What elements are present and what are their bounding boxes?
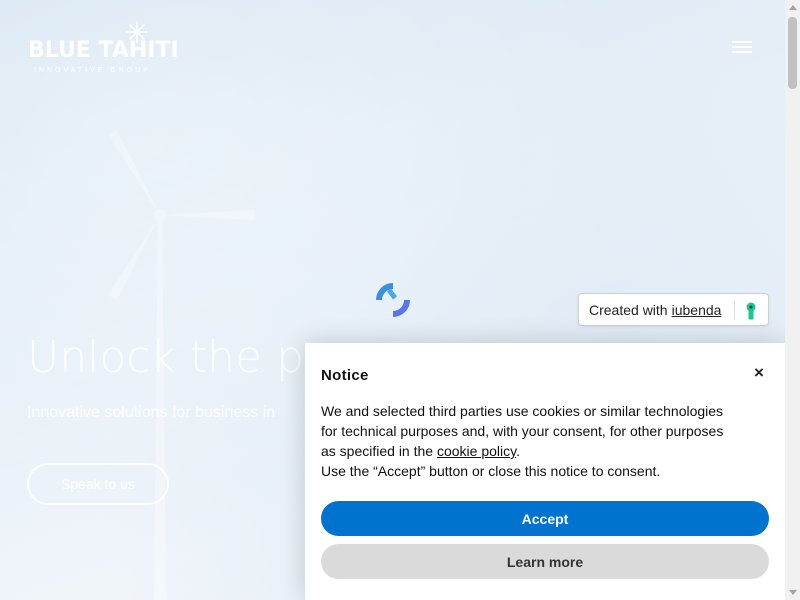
learn-more-button[interactable]: Learn more: [321, 544, 769, 579]
scroll-down-arrow-icon[interactable]: [785, 585, 800, 600]
iubenda-keyhole-icon: [746, 302, 756, 320]
iubenda-badge[interactable]: Created with iubenda: [578, 293, 769, 326]
cookie-policy-link[interactable]: cookie policy: [437, 443, 516, 459]
notice-text: We and selected third parties use cookie…: [321, 403, 724, 459]
speak-to-us-button[interactable]: Speak to us: [27, 463, 169, 505]
page: BLUE TAHITI INNOVATIVE GROUP Unlock the …: [0, 0, 785, 600]
scrollbar-thumb[interactable]: [788, 17, 797, 89]
badge-divider: [734, 301, 735, 320]
accept-button[interactable]: Accept: [321, 501, 769, 536]
notice-consent-text: Use the “Accept” button or close this no…: [321, 463, 661, 479]
vertical-scrollbar[interactable]: [785, 0, 800, 600]
logo-wordmark: BLUE TAHITI: [28, 38, 179, 63]
notice-body: We and selected third parties use cookie…: [321, 401, 741, 481]
logo-tagline: INNOVATIVE GROUP: [34, 67, 151, 74]
close-icon[interactable]: ×: [751, 364, 767, 381]
cookie-notice-dialog: Notice × We and selected third parties u…: [305, 343, 785, 600]
iubenda-link[interactable]: iubenda: [672, 302, 722, 318]
notice-text-end: .: [516, 443, 520, 459]
hero-subtitle: Innovative solutions for business in: [27, 404, 276, 421]
site-logo[interactable]: BLUE TAHITI INNOVATIVE GROUP: [28, 20, 179, 80]
scroll-up-arrow-icon[interactable]: [785, 0, 800, 15]
spinner-icon: [376, 283, 410, 317]
iubenda-badge-prefix: Created with: [589, 301, 668, 318]
notice-title: Notice: [321, 367, 369, 384]
hamburger-icon[interactable]: [732, 38, 754, 56]
